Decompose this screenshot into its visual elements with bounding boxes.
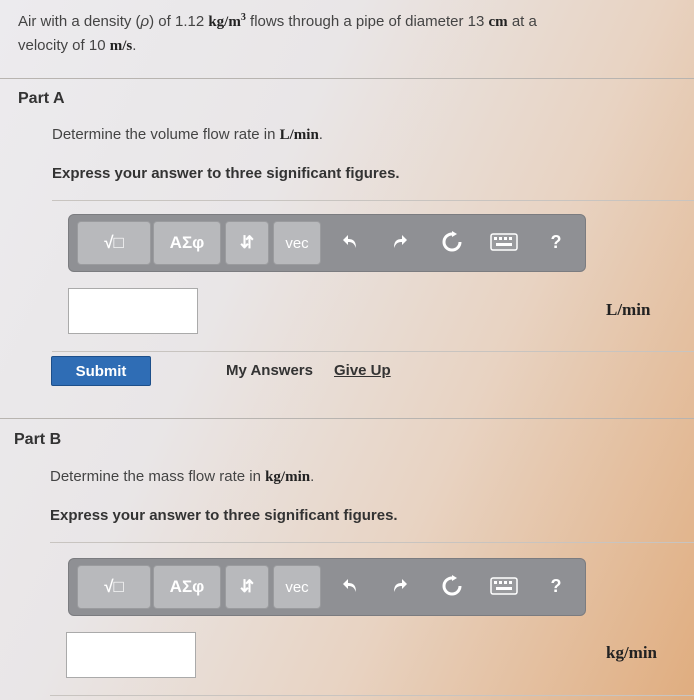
- arrows-button[interactable]: ⇵: [225, 565, 269, 609]
- keyboard-icon[interactable]: [487, 221, 521, 263]
- vec-button[interactable]: vec: [273, 221, 321, 265]
- vec-button[interactable]: vec: [273, 565, 321, 609]
- my-answers-link[interactable]: My Answers: [226, 362, 313, 379]
- part-a-math-toolbar: √□ ΑΣφ ⇵ vec ?: [68, 214, 586, 272]
- diameter-unit: cm: [488, 14, 508, 30]
- problem-line-2: velocity of 10 m/s.: [18, 37, 137, 54]
- help-button[interactable]: ?: [539, 565, 573, 607]
- help-icon: ?: [550, 575, 562, 596]
- templates-button[interactable]: √□: [77, 565, 151, 609]
- part-a-instruction: Express your answer to three significant…: [52, 165, 400, 182]
- part-a-answer-input[interactable]: [68, 288, 198, 334]
- reset-icon[interactable]: [435, 221, 469, 263]
- submit-button[interactable]: Submit: [51, 356, 151, 386]
- give-up-link[interactable]: Give Up: [334, 362, 391, 379]
- undo-icon[interactable]: [335, 221, 369, 263]
- density-unit: kg/m3: [208, 12, 246, 30]
- problem-statement: Air with a density (ρ) of 1.12 kg/m3 flo…: [18, 6, 678, 58]
- reset-icon[interactable]: [435, 565, 469, 607]
- help-icon: ?: [550, 231, 562, 252]
- part-b-title: Part B: [14, 431, 62, 448]
- templates-button[interactable]: √□: [77, 221, 151, 265]
- part-b-answer-input[interactable]: [66, 632, 196, 678]
- part-a-question-unit: L/min: [279, 127, 319, 143]
- part-b-answer-unit: kg/min: [606, 643, 658, 662]
- greek-symbols-button[interactable]: ΑΣφ: [153, 221, 221, 265]
- part-a-answer-unit: L/min: [606, 300, 651, 319]
- part-b-instruction: Express your answer to three significant…: [50, 507, 398, 524]
- arrows-icon: ⇵: [239, 577, 255, 596]
- part-b-math-toolbar: √□ ΑΣφ ⇵ vec ?: [68, 558, 586, 616]
- greek-symbols-button[interactable]: ΑΣφ: [153, 565, 221, 609]
- divider: [0, 78, 694, 79]
- redo-icon[interactable]: [381, 221, 415, 263]
- part-b-question-unit: kg/min: [265, 469, 311, 485]
- velocity-unit: m/s: [109, 38, 133, 54]
- keyboard-icon[interactable]: [487, 565, 521, 607]
- undo-icon[interactable]: [335, 565, 369, 607]
- templates-icon: √□: [104, 233, 124, 252]
- problem-line-1: Air with a density (ρ) of 1.12 kg/m3 flo…: [18, 12, 537, 30]
- part-a-title: Part A: [18, 90, 65, 107]
- help-button[interactable]: ?: [539, 221, 573, 263]
- arrows-icon: ⇵: [239, 233, 255, 252]
- templates-icon: √□: [104, 577, 124, 596]
- part-b-question: Determine the mass flow rate in kg/min.: [50, 468, 315, 485]
- part-a-question: Determine the volume flow rate in L/min.: [52, 126, 323, 143]
- divider: [0, 418, 694, 419]
- arrows-button[interactable]: ⇵: [225, 221, 269, 265]
- redo-icon[interactable]: [381, 565, 415, 607]
